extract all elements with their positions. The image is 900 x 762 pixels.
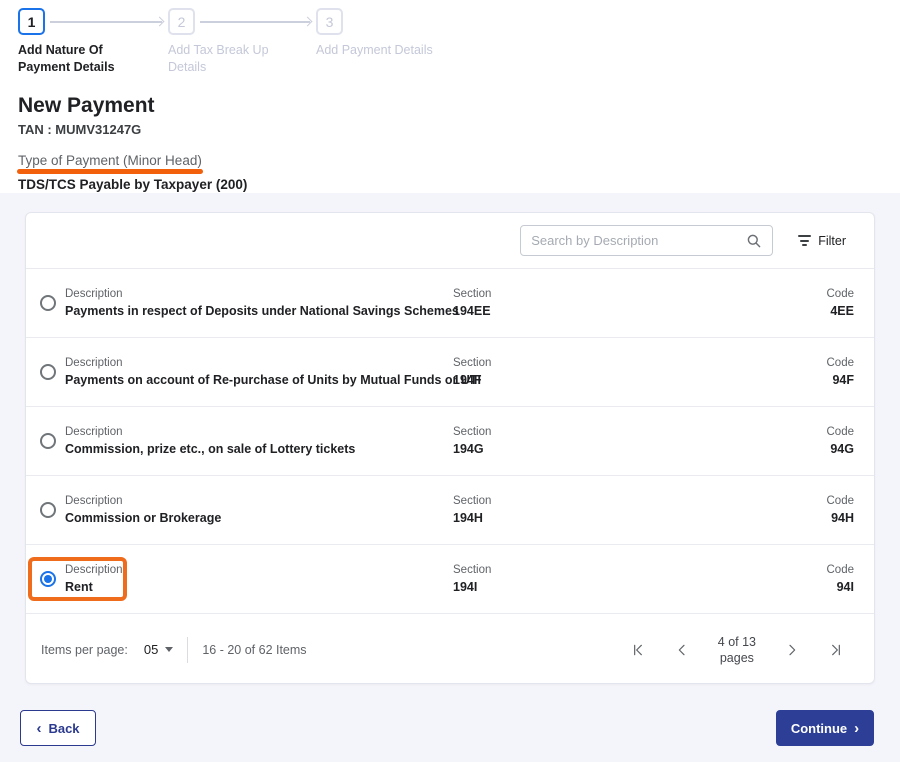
search-icon <box>747 234 761 247</box>
next-page-button[interactable] <box>784 642 800 658</box>
radio-button-selected[interactable] <box>40 571 56 587</box>
items-range-text: 16 - 20 of 62 Items <box>202 642 307 657</box>
column-label-code: Code <box>826 426 855 438</box>
step-2-box: 2 <box>168 8 195 35</box>
step-2-label: Add Tax Break Up Details <box>168 43 269 74</box>
column-label-section: Section <box>453 288 492 300</box>
table-row-selected[interactable]: Description Rent Section 194I Code 94I <box>26 545 874 614</box>
row-section: 194G <box>453 442 484 456</box>
table-row[interactable]: Description Commission, prize etc., on s… <box>26 407 874 476</box>
table-row[interactable]: Description Payments in respect of Depos… <box>26 269 874 338</box>
step-1-label: Add Nature Of Payment Details <box>18 43 115 74</box>
pagination-bar: Items per page: 05 16 - 20 of 62 Items 4… <box>26 614 874 685</box>
table-row[interactable]: Description Payments on account of Re-pu… <box>26 338 874 407</box>
annotation-underline <box>17 169 203 174</box>
items-per-page-label: Items per page: <box>41 642 128 657</box>
row-code: 94G <box>830 442 854 456</box>
payment-options-card: Filter Description Payments in respect o… <box>25 212 875 684</box>
search-box[interactable] <box>520 225 774 256</box>
filter-button-label: Filter <box>818 233 846 248</box>
filter-icon <box>797 235 811 246</box>
page-indicator: 4 of 13 pages <box>718 634 756 666</box>
previous-page-button[interactable] <box>674 642 690 658</box>
radio-button[interactable] <box>40 502 56 518</box>
items-per-page-value: 05 <box>143 642 159 657</box>
filter-button[interactable]: Filter <box>797 234 846 248</box>
row-code: 4EE <box>830 304 854 318</box>
tan-number: TAN : MUMV31247G <box>18 122 142 137</box>
page-indicator-line1: 4 of 13 <box>717 634 756 649</box>
step-connector-line <box>50 21 162 23</box>
search-input[interactable] <box>531 233 747 248</box>
page-header-section: 1 Add Nature Of Payment Details 2 Add Ta… <box>0 0 900 193</box>
step-3-number: 3 <box>325 13 334 30</box>
step-3-label: Add Payment Details <box>316 43 433 57</box>
column-label-code: Code <box>826 357 855 369</box>
column-label-description: Description <box>65 357 123 369</box>
page-navigation: 4 of 13 pages <box>630 634 844 666</box>
radio-button[interactable] <box>40 295 56 311</box>
row-description: Payments on account of Re-purchase of Un… <box>65 373 482 387</box>
row-description: Commission or Brokerage <box>65 511 222 525</box>
continue-button[interactable]: Continue › <box>776 710 874 746</box>
column-label-section: Section <box>453 426 492 438</box>
column-label-code: Code <box>826 288 855 300</box>
row-description: Payments in respect of Deposits under Na… <box>65 304 459 318</box>
radio-button[interactable] <box>40 433 56 449</box>
column-label-code: Code <box>826 495 855 507</box>
column-label-section: Section <box>453 495 492 507</box>
column-label-code: Code <box>826 564 855 576</box>
table-toolbar: Filter <box>26 213 874 269</box>
step-connector-arrow-icon <box>302 16 313 27</box>
row-section: 194I <box>453 580 478 594</box>
page-title: New Payment <box>18 94 155 117</box>
divider <box>187 636 189 663</box>
back-button[interactable]: ‹ Back <box>20 710 96 746</box>
caret-down-icon <box>165 647 174 652</box>
page-indicator-line2: pages <box>719 650 754 665</box>
column-label-description: Description <box>65 288 123 300</box>
row-section: 194F <box>453 373 482 387</box>
step-connector-arrow-icon <box>154 16 165 27</box>
last-page-button[interactable] <box>828 642 844 658</box>
step-1-number: 1 <box>27 13 36 30</box>
continue-button-label: Continue <box>790 720 848 736</box>
column-label-description: Description <box>65 495 123 507</box>
radio-button[interactable] <box>40 364 56 380</box>
column-label-description: Description <box>65 426 123 438</box>
step-2-number: 2 <box>177 13 186 30</box>
stepper: 1 Add Nature Of Payment Details 2 Add Ta… <box>0 0 900 80</box>
chevron-right-icon: › <box>854 719 860 737</box>
content-section: Filter Description Payments in respect o… <box>0 193 900 762</box>
table-row[interactable]: Description Commission or Brokerage Sect… <box>26 476 874 545</box>
items-per-page-select[interactable]: 05 <box>143 642 174 657</box>
back-button-label: Back <box>48 720 80 736</box>
row-description: Rent <box>65 580 93 594</box>
step-connector-line <box>200 21 310 23</box>
column-label-section: Section <box>453 357 492 369</box>
row-description: Commission, prize etc., on sale of Lotte… <box>65 442 356 456</box>
first-page-button[interactable] <box>630 642 646 658</box>
row-code: 94H <box>831 511 854 525</box>
step-3-box: 3 <box>316 8 343 35</box>
column-label-description: Description <box>65 564 123 576</box>
row-section: 194H <box>453 511 483 525</box>
column-label-section: Section <box>453 564 492 576</box>
payment-type-label: Type of Payment (Minor Head) <box>18 153 202 168</box>
chevron-left-icon: ‹ <box>36 719 42 737</box>
row-code: 94I <box>836 580 854 594</box>
row-code: 94F <box>832 373 854 387</box>
payment-type-value: TDS/TCS Payable by Taxpayer (200) <box>18 177 248 192</box>
step-1-box: 1 <box>18 8 45 35</box>
row-section: 194EE <box>453 304 491 318</box>
